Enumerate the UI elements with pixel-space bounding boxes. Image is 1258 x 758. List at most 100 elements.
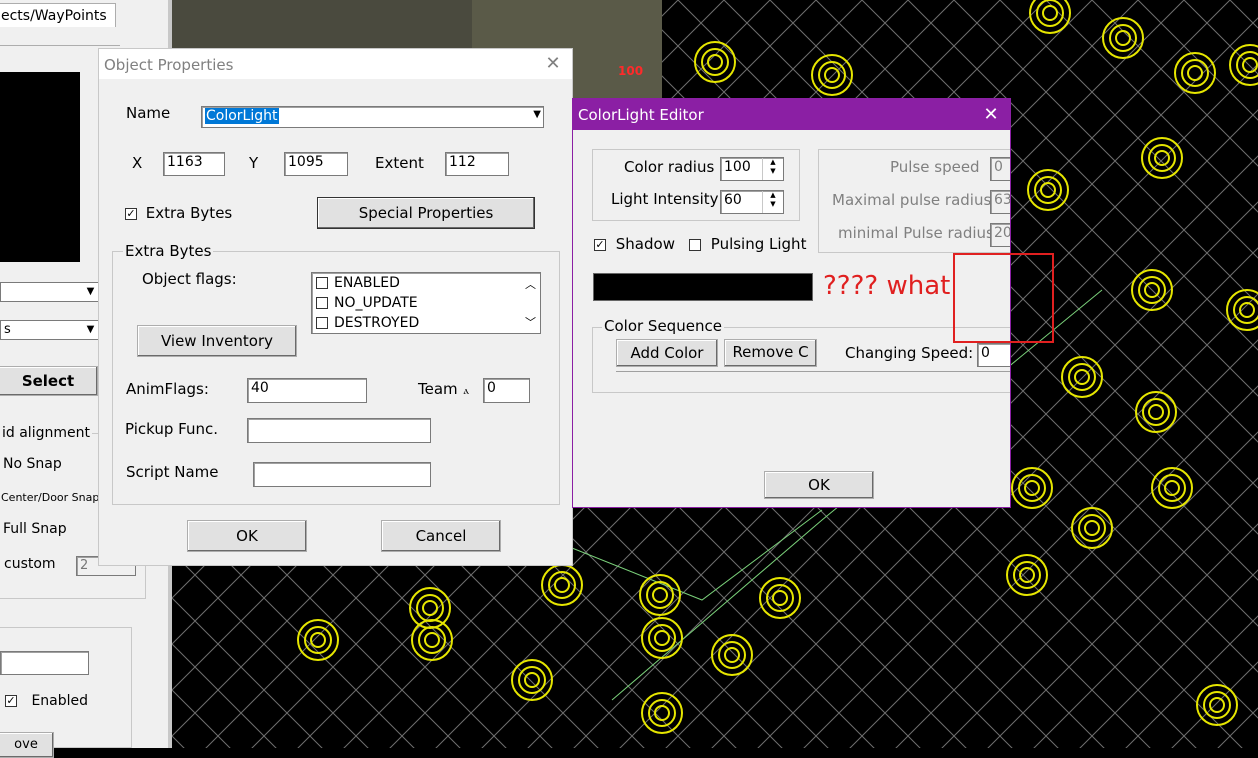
full-snap-radio[interactable]: Full Snap (3, 521, 67, 537)
object-flags-list[interactable]: ENABLED NO_UPDATE DESTROYED ︿ ﹀ (311, 272, 541, 334)
cancel-button[interactable]: Cancel (381, 520, 501, 552)
max-pulse-radius-field[interactable]: 63 (990, 190, 1010, 214)
custom-radio[interactable]: custom (4, 556, 56, 572)
light-intensity-label: Light Intensity (611, 190, 719, 208)
color-radius-value: 100 (724, 159, 751, 175)
preview-black (0, 72, 80, 262)
preview-frame (0, 45, 120, 46)
pulsing-light-checkbox[interactable]: Pulsing Light (689, 235, 806, 253)
flag-label: DESTROYED (334, 315, 420, 331)
tab-objects-waypoints[interactable]: ects/WayPoints (0, 3, 116, 27)
chevron-down-icon: ▼ (86, 324, 95, 335)
shadow-checkbox[interactable]: ✓ Shadow (594, 235, 675, 253)
spinner-arrows-icon[interactable]: ▲ ▼ (762, 158, 783, 180)
y-field[interactable]: 1095 (284, 152, 348, 176)
name-combo[interactable]: ColorLight ▼ (201, 106, 544, 128)
anim-flags-field[interactable]: 40 (247, 378, 367, 403)
checkbox-empty-icon (316, 297, 328, 309)
lower-button[interactable]: ove (0, 732, 54, 758)
lower-text-field[interactable] (0, 651, 89, 675)
check-icon: ✓ (594, 237, 606, 251)
shadow-label: Shadow (615, 235, 675, 253)
name-label: Name (126, 104, 171, 122)
script-name-field[interactable] (253, 462, 431, 487)
min-pulse-radius-label: minimal Pulse radius (838, 224, 994, 242)
map-number-label: 100 (618, 64, 644, 78)
color-radius-spinner[interactable]: 100 ▲ ▼ (720, 157, 784, 181)
colorlight-editor-dialog: ColorLight Editor ✕ Color radius 100 ▲ ▼ … (572, 98, 1011, 508)
color-swatch[interactable] (593, 273, 813, 301)
enabled-label: Enabled (31, 693, 89, 709)
editor-ok-button[interactable]: OK (764, 471, 874, 499)
grid-alignment-title: id alignment (0, 425, 92, 441)
color-radius-label: Color radius (624, 158, 715, 176)
add-color-button[interactable]: Add Color (616, 339, 718, 367)
ok-button[interactable]: OK (187, 520, 307, 552)
changing-speed-label: Changing Speed: (845, 344, 974, 362)
extent-field[interactable]: 112 (445, 152, 509, 176)
scroll-up-icon[interactable]: ︿ (525, 276, 536, 292)
scroll-down-icon[interactable]: ﹀ (525, 314, 536, 330)
extra-bytes-group-title: Extra Bytes (123, 242, 214, 260)
chevron-down-icon: ▼ (86, 286, 95, 297)
flag-item[interactable]: DESTROYED (316, 313, 540, 333)
flag-item[interactable]: NO_UPDATE (316, 293, 540, 313)
script-name-label: Script Name (126, 463, 219, 481)
flag-item[interactable]: ENABLED (316, 273, 540, 293)
select-button[interactable]: Select (0, 366, 98, 396)
extra-bytes-check-label: Extra Bytes (145, 204, 233, 222)
pulsing-light-label: Pulsing Light (710, 235, 807, 253)
checkbox-empty-icon (316, 277, 328, 289)
color-sequence-title: Color Sequence (602, 317, 724, 335)
max-pulse-radius-label: Maximal pulse radius (832, 191, 992, 209)
object-combo[interactable]: ▼ (0, 282, 100, 302)
check-icon: ✓ (125, 206, 137, 220)
custom-value: 2 (80, 558, 89, 573)
object-flags-label: Object flags: (142, 270, 237, 288)
editor-title: ColorLight Editor (578, 106, 704, 124)
category-combo-value: s (4, 322, 11, 337)
x-field[interactable]: 1163 (163, 152, 225, 176)
y-label: Y (249, 154, 259, 172)
flags-items: ENABLED NO_UPDATE DESTROYED (316, 273, 540, 333)
dialog-title: Object Properties (104, 56, 234, 74)
team-field[interactable]: 0 (483, 378, 530, 403)
pulse-speed-label: Pulse speed (890, 158, 980, 176)
anim-flags-label: AnimFlags: (126, 380, 209, 398)
min-pulse-radius-field[interactable]: 20 (990, 223, 1010, 247)
no-snap-radio[interactable]: No Snap (3, 456, 62, 472)
close-icon[interactable]: ✕ (542, 53, 564, 75)
light-intensity-spinner[interactable]: 60 ▲ ▼ (720, 190, 784, 214)
check-icon: ✓ (5, 694, 17, 707)
team-label: Team ⲁ (418, 380, 469, 398)
center-door-snap-radio[interactable]: Center/Door Snap (1, 491, 99, 504)
view-inventory-button[interactable]: View Inventory (137, 325, 297, 357)
pulse-speed-field[interactable]: 0 (990, 157, 1010, 181)
cursor-glyph: ⲁ (463, 384, 469, 397)
annotation-text: ???? what (823, 271, 951, 301)
object-properties-titlebar[interactable]: Object Properties ✕ (99, 49, 572, 79)
pickup-func-label: Pickup Func. (125, 420, 218, 438)
colorlight-editor-titlebar[interactable]: ColorLight Editor ✕ (573, 99, 1010, 130)
checkbox-empty-icon (316, 317, 328, 329)
remove-color-button[interactable]: Remove C (724, 339, 817, 367)
checkbox-empty-icon (689, 238, 701, 251)
extra-bytes-checkbox[interactable]: ✓ Extra Bytes (125, 204, 232, 222)
category-combo[interactable]: s ▼ (0, 320, 100, 340)
enabled-checkbox[interactable]: ✓ Enabled (5, 693, 88, 709)
chevron-down-icon: ▼ (533, 109, 541, 120)
x-label: X (132, 154, 143, 172)
flag-label: NO_UPDATE (334, 295, 418, 311)
name-value: ColorLight (205, 108, 279, 124)
annotation-rectangle (953, 253, 1054, 343)
changing-speed-field[interactable]: 0 (977, 343, 1010, 367)
light-intensity-value: 60 (724, 192, 742, 208)
sequence-divider (616, 371, 1010, 372)
extent-label: Extent (375, 154, 424, 172)
pickup-func-field[interactable] (247, 418, 431, 443)
team-label-text: Team (418, 380, 458, 398)
special-properties-button[interactable]: Special Properties (317, 197, 535, 229)
close-icon[interactable]: ✕ (980, 104, 1002, 126)
spinner-arrows-icon[interactable]: ▲ ▼ (762, 191, 783, 213)
flag-label: ENABLED (334, 275, 400, 291)
